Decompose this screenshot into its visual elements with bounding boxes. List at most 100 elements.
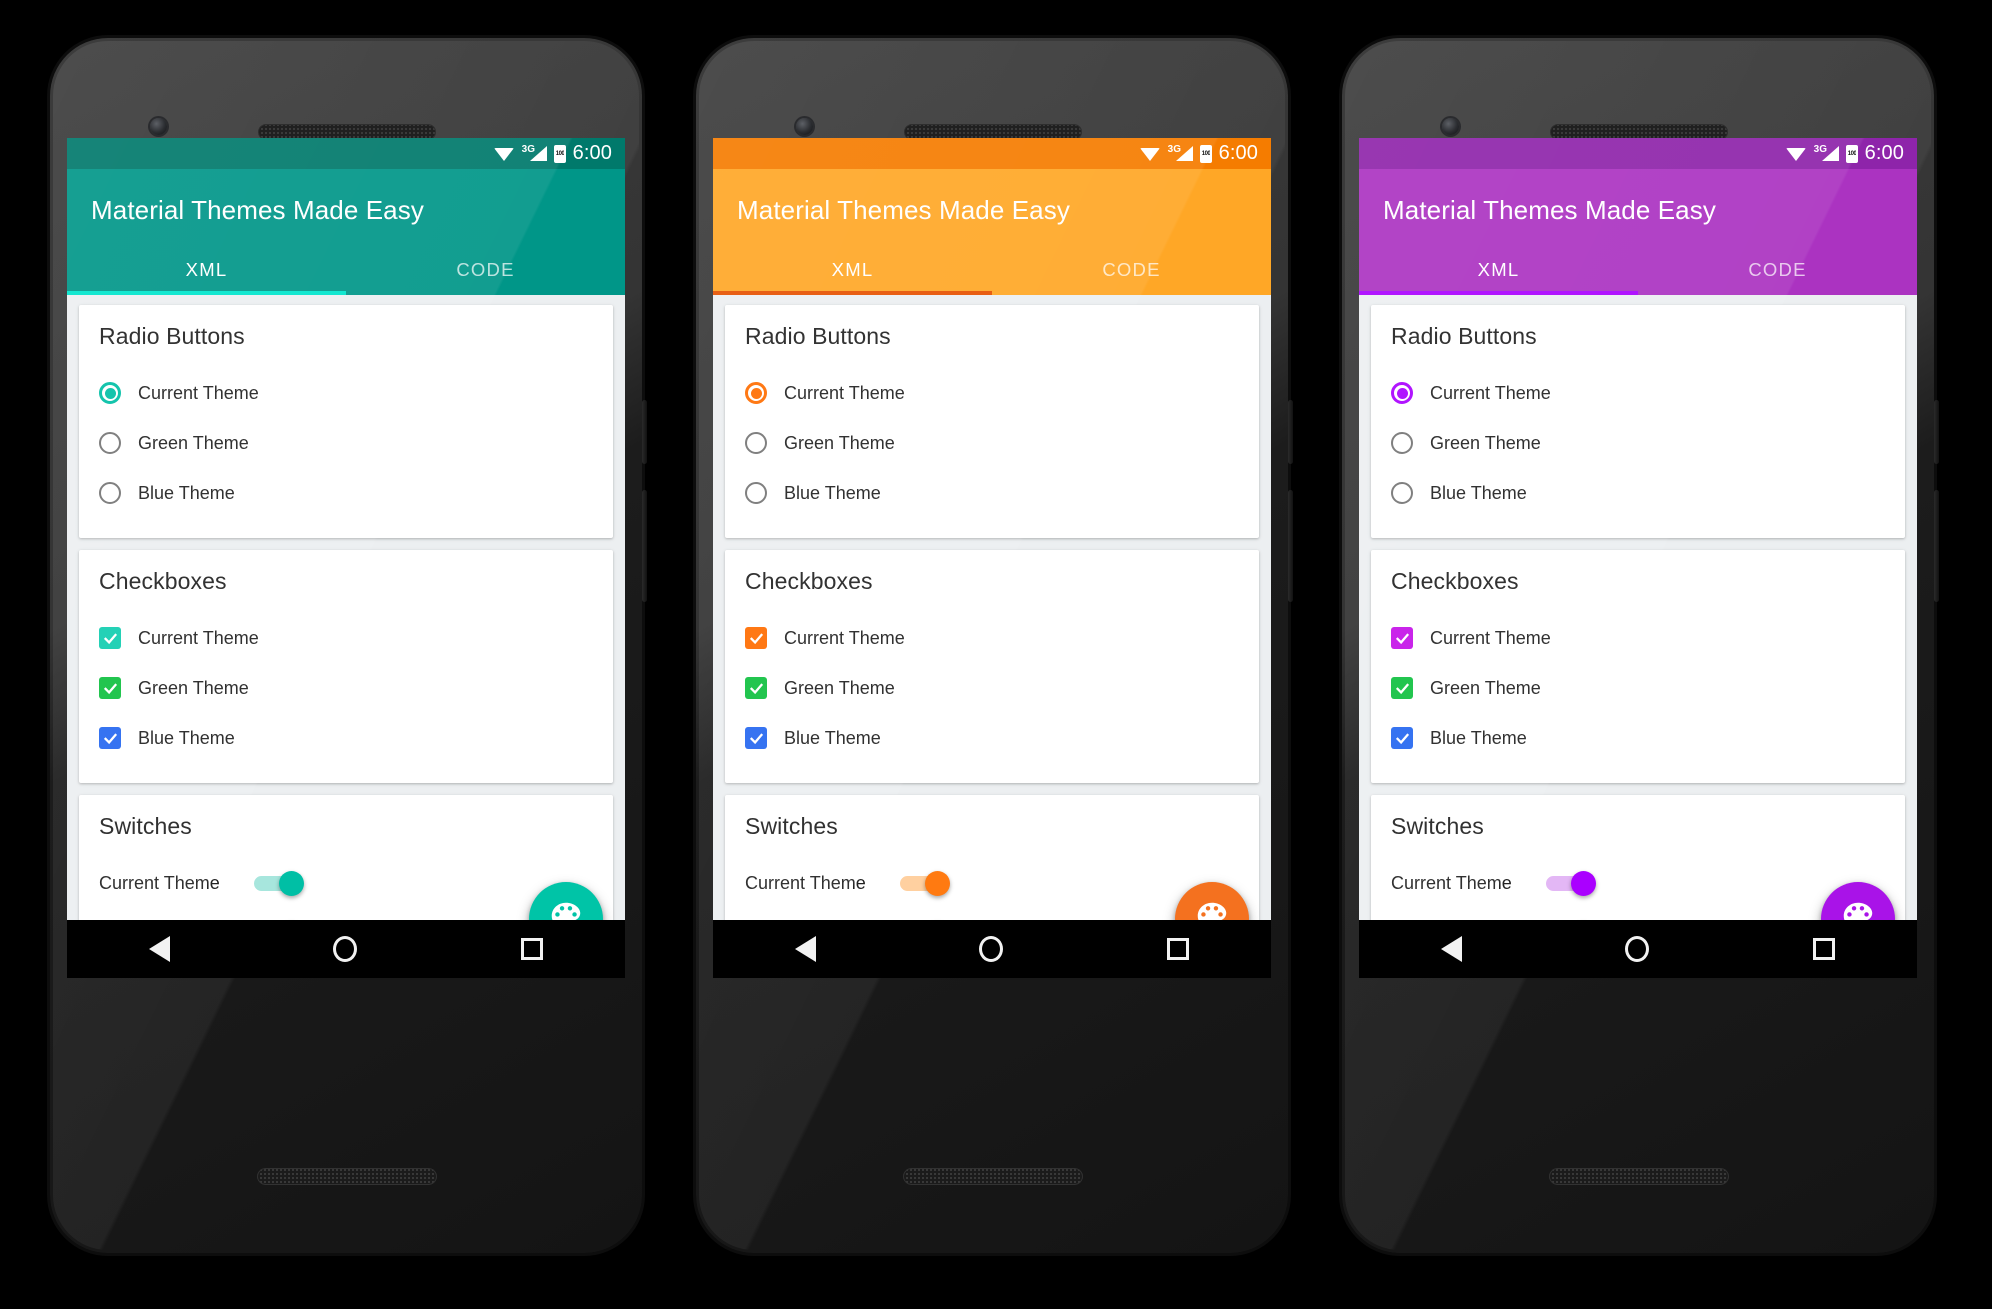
check-glyph <box>749 632 763 644</box>
checkbox-checked-icon[interactable] <box>1391 727 1413 749</box>
volume-button[interactable] <box>642 490 647 602</box>
check-glyph <box>749 732 763 744</box>
radio-row-1[interactable]: Green Theme <box>99 418 593 468</box>
home-button[interactable] <box>1625 936 1650 962</box>
radio-label: Blue Theme <box>784 482 881 503</box>
power-button[interactable] <box>642 400 647 464</box>
switch-row-0[interactable]: Current Theme <box>745 858 1239 908</box>
radio-unselected-icon[interactable] <box>745 432 767 454</box>
radio-selected-icon[interactable] <box>99 382 121 404</box>
front-camera-icon <box>796 118 813 135</box>
recents-button[interactable] <box>1813 938 1836 960</box>
cellular-signal-icon: 3G <box>1813 144 1839 162</box>
radio-unselected-icon[interactable] <box>99 432 121 454</box>
app-bar: 3G 100 6:00 Material Themes Made Easy XM… <box>713 138 1271 295</box>
cellular-signal-icon: 3G <box>522 144 547 162</box>
checkbox-checked-icon[interactable] <box>99 727 121 749</box>
radio-unselected-icon[interactable] <box>1391 432 1413 454</box>
scroll-content[interactable]: Radio Buttons Current Theme Green Theme … <box>1359 295 1917 978</box>
switch-toggle-on[interactable] <box>254 871 304 896</box>
bottom-speaker <box>257 1168 437 1185</box>
back-button[interactable] <box>1440 936 1462 962</box>
checkbox-checked-icon[interactable] <box>745 627 767 649</box>
bottom-speaker <box>1549 1168 1729 1185</box>
recents-button[interactable] <box>521 938 544 960</box>
radio-selected-icon[interactable] <box>745 382 767 404</box>
clock-label: 6:00 <box>572 142 612 164</box>
switch-toggle-on[interactable] <box>1546 871 1596 896</box>
checkbox-row-2[interactable]: Blue Theme <box>745 713 1239 763</box>
checkbox-checked-icon[interactable] <box>745 677 767 699</box>
radio-unselected-icon[interactable] <box>1391 482 1413 504</box>
checkbox-checked-icon[interactable] <box>745 727 767 749</box>
clock-label: 6:00 <box>1218 142 1258 164</box>
checkbox-row-1[interactable]: Green Theme <box>1391 663 1885 713</box>
status-bar: 3G 100 6:00 <box>67 138 625 169</box>
checkbox-row-0[interactable]: Current Theme <box>1391 613 1885 663</box>
radio-row-2[interactable]: Blue Theme <box>1391 468 1885 518</box>
power-button[interactable] <box>1288 400 1293 464</box>
page-title: Material Themes Made Easy <box>1383 195 1716 225</box>
radio-unselected-icon[interactable] <box>99 482 121 504</box>
home-button[interactable] <box>333 936 358 962</box>
checkbox-row-2[interactable]: Blue Theme <box>99 713 593 763</box>
checkbox-row-1[interactable]: Green Theme <box>745 663 1239 713</box>
volume-button[interactable] <box>1934 490 1939 602</box>
check-glyph <box>103 682 117 694</box>
radio-row-0[interactable]: Current Theme <box>745 368 1239 418</box>
card-checkboxes: Checkboxes Current Theme Green Theme Blu… <box>1371 550 1905 783</box>
tab-xml[interactable]: XML <box>713 245 992 295</box>
radio-selected-icon[interactable] <box>1391 382 1413 404</box>
checkbox-row-1[interactable]: Green Theme <box>99 663 593 713</box>
card-title: Switches <box>745 813 838 839</box>
checkbox-checked-icon[interactable] <box>1391 677 1413 699</box>
card-radio-buttons: Radio Buttons Current Theme Green Theme … <box>79 305 613 538</box>
back-button[interactable] <box>148 936 170 962</box>
tab-bar: XML CODE <box>67 245 625 295</box>
switch-label: Current Theme <box>1391 872 1512 893</box>
checkbox-checked-icon[interactable] <box>99 627 121 649</box>
checkbox-label: Blue Theme <box>784 727 881 748</box>
check-glyph <box>749 682 763 694</box>
back-button[interactable] <box>794 936 816 962</box>
switch-toggle-on[interactable] <box>900 871 950 896</box>
radio-row-1[interactable]: Green Theme <box>1391 418 1885 468</box>
home-button[interactable] <box>979 936 1004 962</box>
radio-row-2[interactable]: Blue Theme <box>745 468 1239 518</box>
radio-unselected-icon[interactable] <box>745 482 767 504</box>
tab-bar: XML CODE <box>713 245 1271 295</box>
scroll-content[interactable]: Radio Buttons Current Theme Green Theme … <box>67 295 625 978</box>
checkbox-row-2[interactable]: Blue Theme <box>1391 713 1885 763</box>
checkbox-row-0[interactable]: Current Theme <box>99 613 593 663</box>
switch-row-0[interactable]: Current Theme <box>1391 858 1885 908</box>
radio-label: Green Theme <box>1430 432 1541 453</box>
radio-label: Current Theme <box>138 382 259 403</box>
volume-button[interactable] <box>1288 490 1293 602</box>
tab-code[interactable]: CODE <box>1638 245 1917 295</box>
phone-orange: 3G 100 6:00 Material Themes Made Easy XM… <box>696 38 1293 1253</box>
front-camera-icon <box>1442 118 1459 135</box>
checkbox-checked-icon[interactable] <box>99 677 121 699</box>
checkbox-checked-icon[interactable] <box>1391 627 1413 649</box>
tab-code[interactable]: CODE <box>346 245 625 295</box>
checkbox-label: Blue Theme <box>138 727 235 748</box>
status-bar: 3G 100 6:00 <box>713 138 1271 169</box>
phone-screen: 3G 100 6:00 Material Themes Made Easy XM… <box>713 138 1271 978</box>
tab-code[interactable]: CODE <box>992 245 1271 295</box>
screenshot-stage: 3G 100 6:00 Material Themes Made Easy XM… <box>0 0 1992 1309</box>
power-button[interactable] <box>1934 400 1939 464</box>
switch-row-0[interactable]: Current Theme <box>99 858 593 908</box>
tab-xml[interactable]: XML <box>67 245 346 295</box>
radio-row-0[interactable]: Current Theme <box>1391 368 1885 418</box>
checkbox-row-0[interactable]: Current Theme <box>745 613 1239 663</box>
radio-row-0[interactable]: Current Theme <box>99 368 593 418</box>
recents-button[interactable] <box>1167 938 1190 960</box>
battery-icon: 100 <box>553 144 566 163</box>
radio-row-2[interactable]: Blue Theme <box>99 468 593 518</box>
card-title: Checkboxes <box>99 568 227 594</box>
checkbox-label: Current Theme <box>138 627 259 648</box>
network-type-label: 3G <box>1813 144 1828 155</box>
tab-xml[interactable]: XML <box>1359 245 1638 295</box>
scroll-content[interactable]: Radio Buttons Current Theme Green Theme … <box>713 295 1271 978</box>
radio-row-1[interactable]: Green Theme <box>745 418 1239 468</box>
